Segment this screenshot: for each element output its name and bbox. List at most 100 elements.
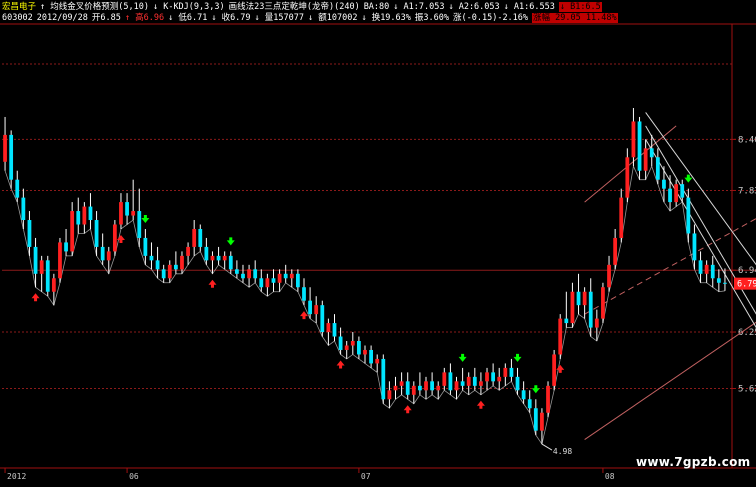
candle-body-up — [454, 381, 459, 391]
candle-body-down — [161, 269, 166, 279]
candle-body-down — [21, 197, 26, 221]
candle-body-up — [131, 211, 136, 216]
watermark: www.7gpzb.com — [636, 455, 751, 469]
candle-body-up — [540, 412, 544, 431]
y-tick-label: 5.62 — [738, 385, 756, 395]
candle-body-down — [137, 211, 142, 238]
candle-body-up — [277, 273, 282, 283]
candle-body-down — [527, 399, 532, 409]
candle-body-up — [180, 255, 184, 270]
sell-arrow-icon — [513, 353, 522, 362]
candle-body-down — [637, 121, 642, 171]
candle-body-down — [94, 220, 99, 247]
candle-body-up — [399, 381, 404, 386]
x-tick-label: 2012 — [7, 472, 26, 481]
trend-fan-line — [645, 125, 756, 315]
candle-body-up — [314, 305, 319, 315]
candle-body-up — [350, 341, 355, 346]
candle-body-up — [631, 121, 636, 158]
candle-body-up — [704, 264, 709, 274]
candle-body-down — [88, 206, 93, 221]
current-price-label: 6.79 — [737, 280, 756, 290]
buy-arrow-icon — [403, 405, 412, 414]
candle-body-down — [686, 197, 691, 234]
candle-body-down — [228, 255, 233, 270]
candle-body-up — [674, 184, 679, 203]
candle-body-up — [607, 264, 611, 288]
candle-body-up — [344, 345, 349, 350]
candle-body-up — [192, 228, 197, 247]
candle-body-down — [710, 264, 715, 279]
candle-body-down — [430, 381, 435, 391]
candlestick-chart[interactable]: 8.407.836.946.255.622012060708094.986.79 — [0, 0, 756, 487]
candle-body-down — [302, 287, 306, 301]
candle-body-down — [143, 237, 148, 256]
candle-body-down — [45, 260, 50, 292]
candle-body-up — [594, 318, 599, 328]
candle-body-down — [588, 291, 593, 328]
candle-body-up — [82, 206, 87, 225]
low-marker-line — [541, 443, 553, 451]
candle-body-up — [3, 134, 7, 162]
candle-body-down — [15, 179, 20, 198]
candle-body-up — [503, 367, 508, 377]
candle-body-up — [625, 157, 630, 198]
candle-body-down — [204, 246, 209, 261]
candle-body-down — [680, 184, 685, 198]
candle-body-down — [241, 273, 245, 279]
candle-body-down — [259, 278, 264, 288]
candle-body-down — [216, 255, 221, 261]
candle-body-down — [521, 390, 526, 400]
candle-body-up — [424, 381, 428, 391]
candle-body-up — [375, 358, 380, 364]
candle-body-up — [58, 242, 62, 279]
candle-body-up — [51, 278, 56, 292]
candle-body-down — [332, 323, 337, 337]
candle-body-down — [723, 282, 727, 284]
candle-body-up — [112, 224, 117, 252]
candle-body-down — [716, 278, 721, 283]
candle-body-down — [405, 381, 410, 395]
candle-body-down — [662, 179, 666, 189]
candle-body-down — [271, 278, 276, 283]
low-trace-line — [4, 164, 726, 446]
candle-body-down — [155, 260, 160, 270]
candle-body-down — [357, 341, 361, 355]
sell-arrow-icon — [226, 237, 235, 246]
candle-body-down — [564, 318, 569, 324]
buy-arrow-icon — [208, 279, 217, 288]
candle-body-down — [198, 228, 203, 247]
buy-arrow-icon — [31, 293, 40, 302]
candle-body-down — [149, 255, 154, 261]
candle-body-down — [491, 372, 496, 382]
y-tick-label: 6.94 — [738, 266, 756, 276]
buy-arrow-icon — [476, 400, 485, 409]
candle-body-up — [601, 287, 605, 319]
candle-body-up — [552, 354, 557, 386]
candle-body-up — [479, 381, 483, 386]
candle-body-up — [39, 260, 44, 274]
candle-body-down — [338, 336, 343, 350]
x-tick-label: 06 — [129, 472, 139, 481]
candle-body-up — [570, 291, 575, 324]
candle-body-down — [515, 376, 520, 391]
candle-body-up — [497, 376, 502, 382]
candle-body-up — [411, 385, 416, 395]
candle-body-down — [9, 134, 14, 180]
candle-body-down — [668, 188, 672, 203]
candle-body-up — [485, 372, 489, 382]
candle-body-up — [186, 246, 190, 256]
candle-body-up — [106, 251, 111, 261]
buy-arrow-icon — [336, 360, 345, 369]
candle-body-down — [283, 273, 288, 279]
candle-body-up — [558, 318, 563, 355]
candle-body-down — [125, 202, 129, 216]
candle-body-up — [210, 255, 215, 261]
candle-body-up — [119, 202, 123, 225]
candle-body-down — [692, 233, 697, 261]
candle-body-up — [546, 385, 550, 413]
candle-body-up — [436, 385, 441, 391]
buy-arrow-icon — [299, 311, 308, 320]
candle-body-down — [533, 408, 538, 431]
y-tick-label: 7.83 — [738, 186, 756, 196]
